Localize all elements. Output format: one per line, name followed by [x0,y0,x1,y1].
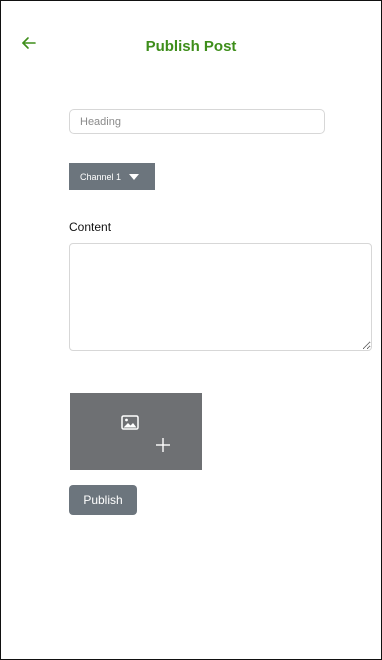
image-icon [121,415,139,430]
content-label: Content [69,220,112,234]
page-title: Publish Post [145,38,237,55]
content-textarea[interactable] [69,243,372,351]
channel-selected-label: Channel 1 [80,171,122,182]
channel-dropdown[interactable]: Channel 1 [69,163,155,190]
caret-down-icon [129,174,140,180]
publish-post-screen: Publish Post Channel 1 Content Publish [0,0,382,660]
publish-button[interactable]: Publish [69,485,137,515]
plus-icon [156,438,170,452]
heading-input[interactable] [69,109,325,134]
image-upload-button[interactable] [70,393,202,470]
